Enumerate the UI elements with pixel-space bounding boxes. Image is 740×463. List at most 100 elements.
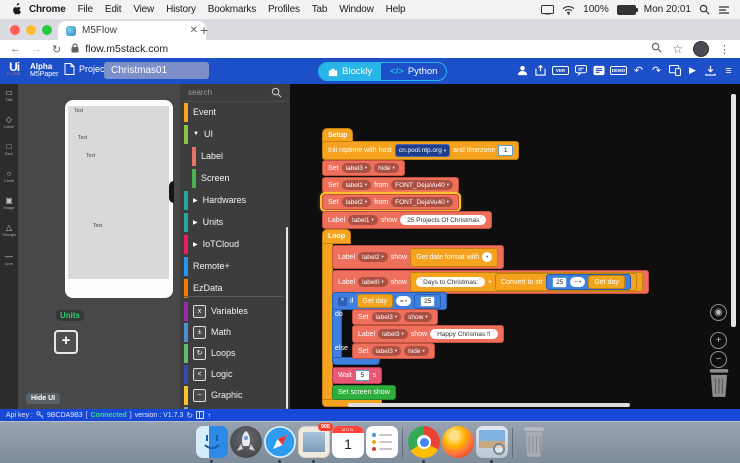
palette-item-label[interactable]: Label [180, 146, 298, 166]
palette-scrollbar[interactable] [286, 227, 288, 409]
tool-rect[interactable]: □Rect [0, 142, 18, 156]
palette-item-ui[interactable]: ▼UI [180, 124, 290, 144]
tool-circle[interactable]: ○Circle [0, 169, 18, 183]
user-icon[interactable] [516, 65, 529, 76]
font-dropdown[interactable]: FONT_DejaVu40▾ [391, 197, 453, 207]
profile-avatar[interactable] [693, 41, 709, 57]
tab-close-icon[interactable]: ✕ [190, 25, 198, 36]
label2-show-date-block[interactable]: Label label2▾ show Get date format with … [332, 245, 504, 269]
tab-python[interactable]: </> Python [381, 63, 446, 80]
get-day-block[interactable]: Get day [588, 275, 625, 289]
window-zoom-button[interactable] [42, 25, 52, 35]
loop-block[interactable]: Loop [322, 229, 351, 244]
get-date-format-block[interactable]: Get date format with ▾ [410, 248, 498, 267]
label1-dropdown[interactable]: label1▾ [348, 215, 378, 225]
if-block-header[interactable]: * if Get day =▾ 25 [332, 292, 447, 310]
dock-finder-icon[interactable] [196, 426, 228, 458]
set-label2-font-block[interactable]: Set label2▾ from FONT_DejaVu40▾ [322, 194, 459, 210]
wait-block[interactable]: Wait 5 s [332, 367, 382, 384]
palette-item-graphic[interactable]: ~Graphic [180, 385, 290, 405]
menubar-item-window[interactable]: Window [339, 4, 373, 15]
palette-item-hardwares[interactable]: ▶Hardwares [180, 190, 290, 210]
grid-icon[interactable] [196, 411, 204, 419]
palette-item-ezdata[interactable]: EzData [180, 278, 290, 298]
tool-label[interactable]: ◇Label [0, 115, 18, 129]
dock-launchpad-icon[interactable] [230, 426, 262, 458]
menubar-item-file[interactable]: File [78, 4, 93, 15]
browser-menu-icon[interactable]: ⋮ [719, 43, 730, 56]
string-field[interactable]: “Days to Christmas:” [416, 277, 485, 287]
label1-dropdown[interactable]: label1▾ [342, 180, 372, 190]
mutator-gear-icon[interactable]: * [338, 297, 347, 306]
dock-safari-icon[interactable] [264, 426, 296, 458]
palette-item-logic[interactable]: <Logic [180, 364, 290, 384]
window-close-button[interactable] [10, 25, 20, 35]
dock-firefox-icon[interactable] [442, 426, 474, 458]
device-manager-icon[interactable] [668, 65, 681, 76]
demo-icon[interactable]: DEMO [610, 66, 627, 75]
label1-show-block[interactable]: Label label1▾ show “25 Projects Of Chris… [322, 211, 492, 229]
palette-item-iotcloud[interactable]: ▶IoTCloud [180, 234, 290, 254]
menubar-item-chrome[interactable]: Chrome [29, 4, 66, 15]
show-dropdown[interactable]: show▾ [404, 312, 431, 322]
string-concat-block[interactable]: “Days to Christmas:” + Convert to str 25… [410, 272, 643, 292]
menubar-item-help[interactable]: Help [386, 4, 406, 15]
spotlight-search-icon[interactable] [699, 4, 710, 15]
upload-icon[interactable]: ↑ [207, 411, 211, 420]
firmware-icon[interactable] [592, 65, 605, 76]
url-text[interactable]: flow.m5stack.com [85, 43, 168, 55]
wifi-icon[interactable] [562, 5, 575, 15]
tool-image[interactable]: ▣Image [0, 196, 18, 210]
zoom-out-button[interactable]: − [710, 351, 727, 368]
font-dropdown[interactable]: FONT_DejaVu40▾ [391, 180, 453, 190]
palette-item-remote-[interactable]: Remote+ [180, 256, 290, 276]
display-icon[interactable] [541, 5, 554, 15]
convert-to-str-block[interactable]: Convert to str 25 −▾ Get day [495, 273, 637, 291]
zoom-page-icon[interactable] [651, 42, 662, 56]
set-label3-show-block[interactable]: Set label3▾ show▾ [352, 309, 438, 325]
menubar-item-profiles[interactable]: Profiles [268, 4, 300, 15]
menubar-item-tab[interactable]: Tab [312, 4, 328, 15]
ntp-host-dropdown[interactable]: cn.pool.ntp.org▾ [395, 144, 450, 157]
set-label3-hide-block[interactable]: Set label3▾ hide▾ [322, 160, 405, 176]
compare-dropdown[interactable]: =▾ [396, 296, 411, 306]
menubar-item-history[interactable]: History [166, 4, 196, 15]
label3-dropdown[interactable]: label3▾ [378, 329, 408, 339]
apple-logo-icon[interactable] [10, 3, 21, 16]
number-field[interactable]: 25 [552, 277, 567, 288]
menubar-item-bookmarks[interactable]: Bookmarks [208, 4, 256, 15]
padlock-icon[interactable] [71, 43, 79, 56]
date-format-dropdown[interactable]: ▾ [482, 252, 492, 262]
screen-label[interactable]: Text [78, 135, 87, 141]
hide-ui-button[interactable]: Hide UI [26, 393, 60, 404]
m5paper-device[interactable]: Text Text Text Text [65, 100, 173, 298]
menubar-item-view[interactable]: View [133, 4, 154, 15]
dock-calendar-icon[interactable]: MON 1 [332, 426, 364, 458]
center-blocks-button[interactable]: ◉ [710, 304, 727, 321]
string-field[interactable]: “25 Projects Of Christmas” [400, 215, 486, 225]
tab-blockly[interactable]: Blockly [319, 63, 381, 80]
tool-triangle[interactable]: △Triangle [0, 223, 18, 237]
redo-icon[interactable]: ↷ [650, 64, 663, 77]
label2-dropdown[interactable]: label2▾ [342, 197, 372, 207]
timezone-field[interactable]: 1 [498, 145, 513, 156]
dock-trash-icon[interactable] [518, 426, 550, 458]
menubar-item-edit[interactable]: Edit [105, 4, 121, 15]
set-screen-show-block[interactable]: Set screen show [332, 385, 396, 400]
palette-item-math[interactable]: ±Math [180, 322, 290, 342]
dock-reminders-icon[interactable] [366, 426, 398, 458]
feedback-icon[interactable] [574, 65, 587, 76]
label3-dropdown[interactable]: label3▾ [372, 312, 402, 322]
subtract-block[interactable]: 25 −▾ Get day [546, 274, 631, 290]
string-field[interactable]: “Happy Chrismas !!” [430, 329, 497, 339]
project-button[interactable]: Project [64, 63, 107, 75]
run-icon[interactable]: ▶ [686, 65, 699, 76]
zoom-in-button[interactable]: + [710, 332, 727, 349]
browser-tab[interactable]: M5Flow ✕ [58, 21, 206, 40]
number-block[interactable]: 25 [414, 294, 441, 309]
new-tab-button[interactable]: + [200, 22, 208, 38]
canvas-horizontal-scrollbar[interactable] [348, 403, 630, 407]
screen-label[interactable]: Text [74, 108, 83, 114]
screen-label[interactable]: Text [93, 223, 102, 229]
back-icon[interactable]: ← [10, 43, 21, 55]
